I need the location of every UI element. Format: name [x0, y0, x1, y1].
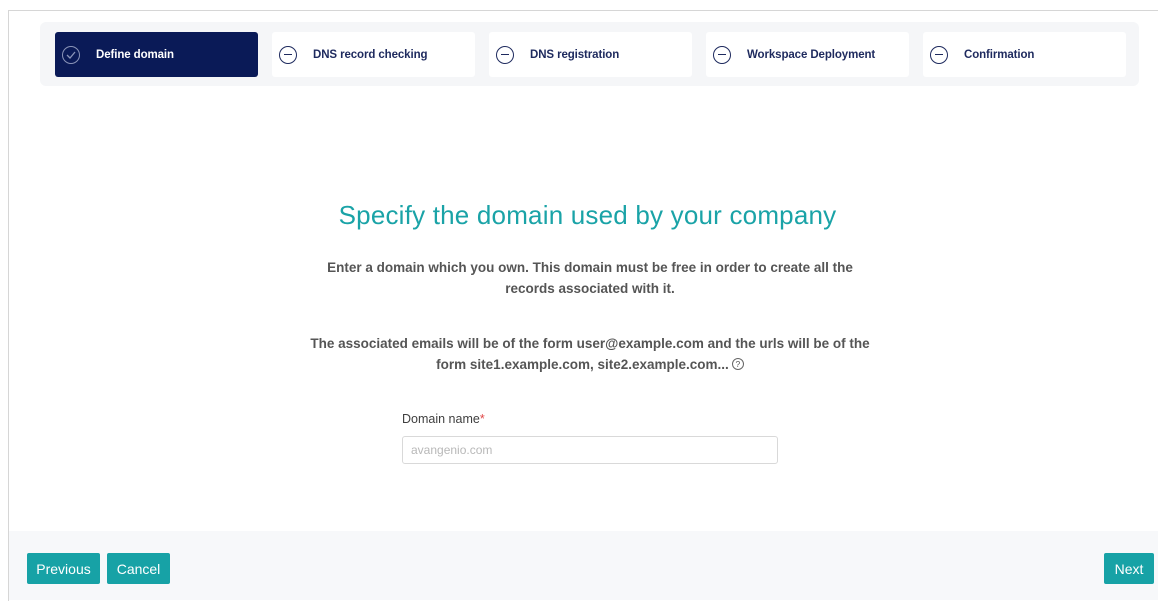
- step-workspace-deployment[interactable]: Workspace Deployment: [706, 32, 909, 77]
- cancel-button[interactable]: Cancel: [107, 553, 170, 584]
- required-asterisk: *: [479, 412, 485, 426]
- wizard-stepper: Define domain DNS record checking DNS re…: [40, 22, 1139, 86]
- previous-button[interactable]: Previous: [27, 553, 100, 584]
- check-circle-icon: [62, 45, 80, 64]
- wizard-footer: [9, 531, 1158, 600]
- minus-circle-icon: [930, 45, 948, 64]
- step-define-domain[interactable]: Define domain: [55, 32, 258, 77]
- domain-name-input[interactable]: [402, 436, 778, 464]
- email-url-description: The associated emails will be of the for…: [310, 333, 870, 375]
- page-title: Specify the domain used by your company: [338, 200, 837, 230]
- step-label: DNS record checking: [313, 48, 428, 61]
- minus-circle-icon: [279, 45, 297, 64]
- next-button[interactable]: Next: [1104, 553, 1154, 584]
- step-confirmation[interactable]: Confirmation: [923, 32, 1126, 77]
- domain-name-label-text: Domain name: [402, 412, 480, 426]
- step-dns-registration[interactable]: DNS registration: [489, 32, 692, 77]
- minus-circle-icon: [496, 45, 514, 64]
- step-label: Workspace Deployment: [747, 48, 876, 61]
- domain-description: Enter a domain which you own. This domai…: [327, 260, 853, 296]
- step-dns-record-checking[interactable]: DNS record checking: [272, 32, 475, 77]
- app-frame: [8, 10, 1158, 601]
- step-label: Define domain: [96, 48, 174, 61]
- minus-circle-icon: [713, 45, 731, 64]
- domain-name-label: Domain name*: [402, 412, 485, 426]
- step-label: Confirmation: [964, 48, 1035, 61]
- help-icon[interactable]: ?: [731, 358, 744, 371]
- step-label: DNS registration: [530, 48, 620, 61]
- email-url-description-text: The associated emails will be of the for…: [310, 336, 870, 372]
